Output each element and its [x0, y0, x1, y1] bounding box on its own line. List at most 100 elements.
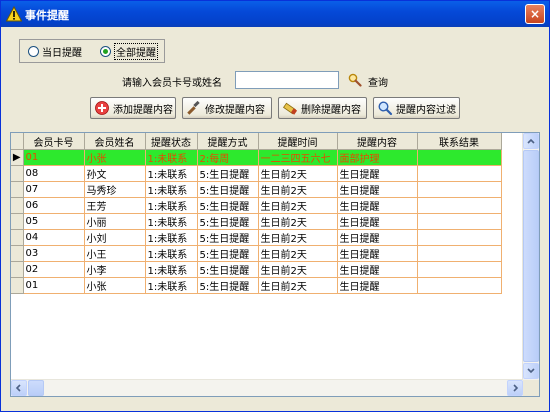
- cell-card-no[interactable]: 07: [23, 181, 85, 198]
- cell-content[interactable]: 生日提醒: [337, 277, 418, 294]
- table-row[interactable]: 04 小刘 1:未联系 5:生日提醒 生日前2天 生日提醒: [11, 229, 502, 246]
- cell-method[interactable]: 5:生日提醒: [197, 261, 259, 278]
- table-row[interactable]: 06 王芳 1:未联系 5:生日提醒 生日前2天 生日提醒: [11, 197, 502, 214]
- horizontal-scrollbar[interactable]: [11, 379, 523, 396]
- column-header-card-no[interactable]: 会员卡号: [23, 133, 85, 150]
- table-row[interactable]: 07 马秀珍 1:未联系 5:生日提醒 生日前2天 生日提醒: [11, 181, 502, 198]
- table-row[interactable]: 08 孙文 1:未联系 5:生日提醒 生日前2天 生日提醒: [11, 165, 502, 182]
- table-row[interactable]: 01 小张 1:未联系 5:生日提醒 生日前2天 生日提醒: [11, 277, 502, 294]
- column-header-method[interactable]: 提醒方式: [197, 133, 259, 150]
- column-header-content[interactable]: 提醒内容: [337, 133, 418, 150]
- column-header-result[interactable]: 联系结果: [417, 133, 502, 150]
- vertical-scrollbar[interactable]: [522, 133, 539, 380]
- cell-member-name[interactable]: 马秀珍: [84, 181, 146, 198]
- cell-status[interactable]: 1:未联系: [145, 181, 198, 198]
- cell-content[interactable]: 生日提醒: [337, 181, 418, 198]
- cell-status[interactable]: 1:未联系: [145, 229, 198, 246]
- cell-content[interactable]: 生日提醒: [337, 213, 418, 230]
- scroll-down-button[interactable]: [523, 363, 539, 379]
- cell-result[interactable]: [417, 181, 502, 198]
- cell-member-name[interactable]: 小张: [84, 149, 146, 166]
- cell-method[interactable]: 5:生日提醒: [197, 165, 259, 182]
- cell-result[interactable]: [417, 213, 502, 230]
- cell-time[interactable]: 生日前2天: [258, 245, 338, 262]
- cell-status[interactable]: 1:未联系: [145, 277, 198, 294]
- cell-card-no[interactable]: 05: [23, 213, 85, 230]
- cell-member-name[interactable]: 小王: [84, 245, 146, 262]
- cell-time[interactable]: 生日前2天: [258, 277, 338, 294]
- filter-reminder-button[interactable]: 提醒内容过滤: [373, 97, 460, 119]
- scroll-up-button[interactable]: [523, 133, 539, 149]
- cell-content[interactable]: 生日提醒: [337, 261, 418, 278]
- table-row[interactable]: 02 小李 1:未联系 5:生日提醒 生日前2天 生日提醒: [11, 261, 502, 278]
- cell-time[interactable]: 一二三四五六七: [258, 149, 338, 166]
- cell-result[interactable]: [417, 165, 502, 182]
- cell-time[interactable]: 生日前2天: [258, 229, 338, 246]
- reminder-grid[interactable]: 会员卡号 会员姓名 提醒状态 提醒方式 提醒时间 提醒内容 联系结果 ▶ 01 …: [10, 132, 540, 397]
- cell-time[interactable]: 生日前2天: [258, 181, 338, 198]
- cell-member-name[interactable]: 小刘: [84, 229, 146, 246]
- cell-result[interactable]: [417, 277, 502, 294]
- title-bar[interactable]: 事件提醒 ×: [1, 1, 549, 27]
- cell-member-name[interactable]: 小李: [84, 261, 146, 278]
- cell-member-name[interactable]: 小张: [84, 277, 146, 294]
- cell-content[interactable]: 生日提醒: [337, 165, 418, 182]
- cell-member-name[interactable]: 孙文: [84, 165, 146, 182]
- cell-status[interactable]: 1:未联系: [145, 213, 198, 230]
- table-row[interactable]: ▶ 01 小张 1:未联系 2:每周 一二三四五六七 面部护理: [11, 149, 502, 166]
- search-icon[interactable]: [348, 73, 362, 87]
- horizontal-scroll-thumb[interactable]: [28, 380, 44, 396]
- cell-status[interactable]: 1:未联系: [145, 149, 198, 166]
- cell-time[interactable]: 生日前2天: [258, 165, 338, 182]
- cell-time[interactable]: 生日前2天: [258, 197, 338, 214]
- column-header-time[interactable]: 提醒时间: [258, 133, 338, 150]
- cell-method[interactable]: 5:生日提醒: [197, 229, 259, 246]
- cell-card-no[interactable]: 03: [23, 245, 85, 262]
- cell-method[interactable]: 5:生日提醒: [197, 213, 259, 230]
- cell-method[interactable]: 2:每周: [197, 149, 259, 166]
- cell-content[interactable]: 生日提醒: [337, 245, 418, 262]
- cell-status[interactable]: 1:未联系: [145, 197, 198, 214]
- cell-card-no[interactable]: 01: [23, 149, 85, 166]
- cell-status[interactable]: 1:未联系: [145, 245, 198, 262]
- close-button[interactable]: ×: [525, 4, 545, 24]
- radio-today-circle[interactable]: [28, 46, 39, 57]
- cell-method[interactable]: 5:生日提醒: [197, 277, 259, 294]
- table-row[interactable]: 05 小丽 1:未联系 5:生日提醒 生日前2天 生日提醒: [11, 213, 502, 230]
- cell-content[interactable]: 面部护理: [337, 149, 418, 166]
- scroll-left-button[interactable]: [11, 380, 27, 396]
- cell-result[interactable]: [417, 149, 502, 166]
- cell-member-name[interactable]: 小丽: [84, 213, 146, 230]
- cell-method[interactable]: 5:生日提醒: [197, 181, 259, 198]
- cell-result[interactable]: [417, 229, 502, 246]
- column-header-member-name[interactable]: 会员姓名: [84, 133, 146, 150]
- scroll-right-button[interactable]: [507, 380, 523, 396]
- add-reminder-button[interactable]: 添加提醒内容: [90, 97, 176, 119]
- cell-card-no[interactable]: 01: [23, 277, 85, 294]
- search-input[interactable]: [235, 71, 339, 89]
- cell-content[interactable]: 生日提醒: [337, 229, 418, 246]
- search-button[interactable]: 查询: [368, 74, 388, 89]
- cell-time[interactable]: 生日前2天: [258, 261, 338, 278]
- table-row[interactable]: 03 小王 1:未联系 5:生日提醒 生日前2天 生日提醒: [11, 245, 502, 262]
- delete-reminder-button[interactable]: 删除提醒内容: [278, 97, 367, 119]
- radio-all-circle[interactable]: [100, 46, 111, 57]
- cell-method[interactable]: 5:生日提醒: [197, 197, 259, 214]
- column-header-status[interactable]: 提醒状态: [145, 133, 198, 150]
- edit-reminder-button[interactable]: 修改提醒内容: [182, 97, 272, 119]
- cell-result[interactable]: [417, 245, 502, 262]
- cell-card-no[interactable]: 02: [23, 261, 85, 278]
- radio-all[interactable]: 全部提醒: [100, 43, 158, 60]
- cell-method[interactable]: 5:生日提醒: [197, 245, 259, 262]
- cell-result[interactable]: [417, 261, 502, 278]
- cell-time[interactable]: 生日前2天: [258, 213, 338, 230]
- cell-card-no[interactable]: 08: [23, 165, 85, 182]
- radio-today[interactable]: 当日提醒: [28, 45, 82, 59]
- cell-card-no[interactable]: 06: [23, 197, 85, 214]
- cell-status[interactable]: 1:未联系: [145, 261, 198, 278]
- cell-member-name[interactable]: 王芳: [84, 197, 146, 214]
- vertical-scroll-thumb[interactable]: [523, 150, 539, 362]
- cell-content[interactable]: 生日提醒: [337, 197, 418, 214]
- cell-status[interactable]: 1:未联系: [145, 165, 198, 182]
- cell-card-no[interactable]: 04: [23, 229, 85, 246]
